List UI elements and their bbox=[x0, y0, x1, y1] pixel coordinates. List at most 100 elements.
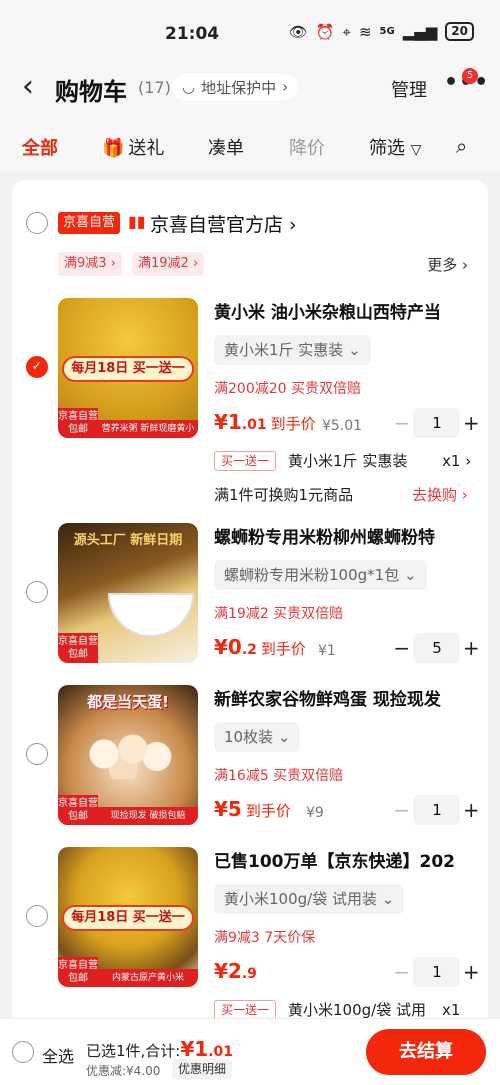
tab-filter[interactable]: 筛选 ▽ bbox=[369, 134, 422, 160]
battery-icon: 20 bbox=[445, 22, 474, 41]
search-icon[interactable]: ⌕ bbox=[456, 134, 467, 158]
discount-text: 优惠减:¥4.00 bbox=[86, 1064, 161, 1078]
thumb-banner: 每月18日 买一送一 bbox=[62, 356, 194, 382]
item-spec-text: 螺蛳粉专用米粉100g*1包 bbox=[224, 566, 400, 584]
store-promo-1[interactable]: 满9减3 › bbox=[58, 252, 122, 276]
alarm-icon: ⏰ bbox=[315, 22, 335, 41]
qty-plus-button[interactable]: + bbox=[460, 636, 482, 660]
item-promo: 满19减2 买贵双倍赔 bbox=[214, 606, 344, 622]
store-more-button[interactable]: 更多 › bbox=[427, 254, 468, 275]
gift-icon: 🎁 bbox=[102, 138, 125, 159]
item-checkbox[interactable] bbox=[26, 743, 48, 765]
item-spec[interactable]: 螺蛳粉专用米粉100g*1包 ⌄ bbox=[214, 560, 427, 590]
qty-value[interactable]: 1 bbox=[413, 795, 461, 825]
qty-plus-button[interactable]: + bbox=[460, 798, 482, 822]
item-spec-text: 10枚装 bbox=[224, 728, 274, 746]
thumb-ship-badge: 京喜自营包邮 bbox=[58, 957, 98, 987]
item-spec[interactable]: 10枚装 ⌄ bbox=[214, 722, 301, 752]
gift-row: 买一送一 黄小米1斤 实惠装 bbox=[214, 450, 407, 471]
thumb-foot: 现捡现发 破损包赔 bbox=[98, 807, 198, 825]
qty-plus-button[interactable]: + bbox=[460, 411, 482, 435]
gift-qty-text: x1 bbox=[442, 452, 461, 470]
select-all-label[interactable]: 全选 bbox=[42, 1043, 74, 1067]
store-tag: 京喜自营 bbox=[58, 212, 121, 234]
discount-detail-button[interactable]: 优惠明细 bbox=[172, 1059, 233, 1079]
store-checkbox[interactable] bbox=[26, 212, 48, 234]
network-label: 5G bbox=[379, 26, 395, 37]
manage-button[interactable]: 管理 bbox=[391, 76, 427, 102]
item-checkbox[interactable]: ✓ bbox=[26, 356, 48, 378]
qty-value[interactable]: 1 bbox=[413, 957, 461, 987]
thumb-foot: 营养米粥 新鲜现磨黄小米 bbox=[98, 420, 198, 438]
tab-all[interactable]: 全部 bbox=[22, 134, 58, 160]
price-int: ¥1 bbox=[214, 410, 242, 434]
select-all-checkbox[interactable] bbox=[12, 1041, 34, 1063]
back-icon[interactable]: ‹ bbox=[22, 72, 34, 102]
tab-filter-label: 筛选 bbox=[369, 138, 405, 159]
status-time: 21:04 bbox=[165, 24, 220, 44]
exchange-link[interactable]: 去换购 › bbox=[412, 484, 468, 505]
filter-tabs: 全部 🎁 送礼 凑单 降价 筛选 ▽ ⌕ bbox=[0, 120, 500, 172]
exchange-text: 满1件可换购1元商品 bbox=[214, 486, 354, 504]
item-title[interactable]: 新鲜农家谷物鲜鸡蛋 现捡现发 bbox=[214, 685, 478, 710]
location-icon: ⌖ bbox=[342, 22, 351, 41]
smile-icon: ◡ bbox=[182, 78, 196, 96]
cart-count: (17) bbox=[138, 78, 171, 97]
item-price: ¥5 到手价 bbox=[214, 797, 291, 821]
item-price: ¥0.2 到手价 bbox=[214, 635, 306, 659]
status-icons: 👁 ⏰ ⌖ ≋ 5G ▂▄▆ 20 bbox=[289, 22, 474, 41]
item-checkbox[interactable] bbox=[26, 581, 48, 603]
gift-name: 黄小米1斤 实惠装 bbox=[288, 452, 408, 470]
item-original-price: ¥9 bbox=[306, 805, 324, 821]
thumb-ship-badge: 京喜自营包邮 bbox=[58, 633, 98, 663]
item-promo: 满9减3 7天价保 bbox=[214, 930, 316, 946]
gift-tag: 买一送一 bbox=[214, 450, 277, 471]
checkout-button[interactable]: 去结算 bbox=[366, 1029, 486, 1075]
item-title[interactable]: 黄小米 油小米杂粮山西特产当 bbox=[214, 298, 478, 323]
price-dec: .9 bbox=[241, 966, 257, 982]
product-thumbnail[interactable]: 每月18日 买一送一 京喜自营包邮 营养米粥 新鲜现磨黄小米 bbox=[58, 298, 198, 438]
status-bar: 21:04 👁 ⏰ ⌖ ≋ 5G ▂▄▆ 20 bbox=[0, 0, 500, 62]
tab-price-drop[interactable]: 降价 bbox=[289, 134, 325, 160]
gift-tag: 买一送一 bbox=[214, 999, 277, 1020]
store-name-text: 京喜自营官方店 bbox=[150, 214, 284, 236]
qty-minus-button[interactable]: − bbox=[390, 798, 413, 822]
store-more-text: 更多 bbox=[427, 256, 458, 274]
qty-value[interactable]: 5 bbox=[413, 633, 461, 663]
address-protect-label: 地址保护中 bbox=[201, 78, 277, 97]
price-label: 到手价 bbox=[245, 802, 291, 820]
address-protect-pill[interactable]: ◡ 地址保护中 › bbox=[172, 74, 299, 100]
qty-value[interactable]: 1 bbox=[413, 408, 461, 438]
store-promo-2[interactable]: 满19减2 › bbox=[132, 252, 205, 276]
store-name[interactable]: 京喜自营官方店 › bbox=[150, 210, 297, 237]
item-promo: 满16减5 买贵双倍赔 bbox=[214, 768, 344, 784]
total-amount-dec: .01 bbox=[208, 1044, 234, 1060]
item-price: ¥2.9 bbox=[214, 959, 257, 983]
item-spec[interactable]: 黄小米100g/袋 试用装 ⌄ bbox=[214, 884, 405, 914]
product-thumbnail[interactable]: 源头工厂 新鲜日期 京喜自营包邮 bbox=[58, 523, 198, 663]
item-spec-text: 黄小米1斤 实惠装 bbox=[224, 341, 344, 359]
qty-minus-button[interactable]: − bbox=[390, 411, 413, 435]
thumb-top-text: 都是当天蛋! bbox=[87, 693, 169, 711]
cart-item: ✓ 每月18日 买一送一 京喜自营包邮 营养米粥 新鲜现磨黄小米 黄小米 油小米… bbox=[12, 298, 488, 508]
item-title[interactable]: 已售100万单【京东快递】202 bbox=[214, 847, 478, 872]
wifi-icon: ≋ bbox=[358, 22, 372, 41]
item-title[interactable]: 螺蛳粉专用米粉柳州螺蛳粉特 bbox=[214, 523, 478, 548]
tab-gift[interactable]: 🎁 送礼 bbox=[102, 134, 164, 160]
item-checkbox[interactable] bbox=[26, 905, 48, 927]
qty-minus-button[interactable]: − bbox=[390, 960, 413, 984]
qty-plus-button[interactable]: + bbox=[460, 960, 482, 984]
thumb-ship-badge: 京喜自营包邮 bbox=[58, 408, 98, 438]
checkout-bar: 全选 已选1件,合计:¥1.01 优惠减:¥4.00 优惠明细 去结算 bbox=[0, 1018, 500, 1085]
price-int: ¥0 bbox=[214, 635, 242, 659]
thumb-top-text: 源头工厂 新鲜日期 bbox=[73, 533, 183, 548]
gift-qty: x1 › bbox=[442, 452, 472, 470]
item-spec[interactable]: 黄小米1斤 实惠装 ⌄ bbox=[214, 335, 371, 365]
price-label: 到手价 bbox=[260, 640, 306, 658]
product-thumbnail[interactable]: 每月18日 买一送一 京喜自营包邮 内蒙古原产黄小米 bbox=[58, 847, 198, 987]
product-thumbnail[interactable]: 都是当天蛋! 京喜自营包邮 现捡现发 破损包赔 bbox=[58, 685, 198, 825]
price-dec: .01 bbox=[241, 417, 267, 433]
store-card: 京喜自营 ▮▮ 京喜自营官方店 › 满9减3 › 满19减2 › 更多 › ✓ … bbox=[12, 180, 488, 1085]
tab-bundle[interactable]: 凑单 bbox=[208, 134, 244, 160]
qty-minus-button[interactable]: − bbox=[390, 636, 413, 660]
